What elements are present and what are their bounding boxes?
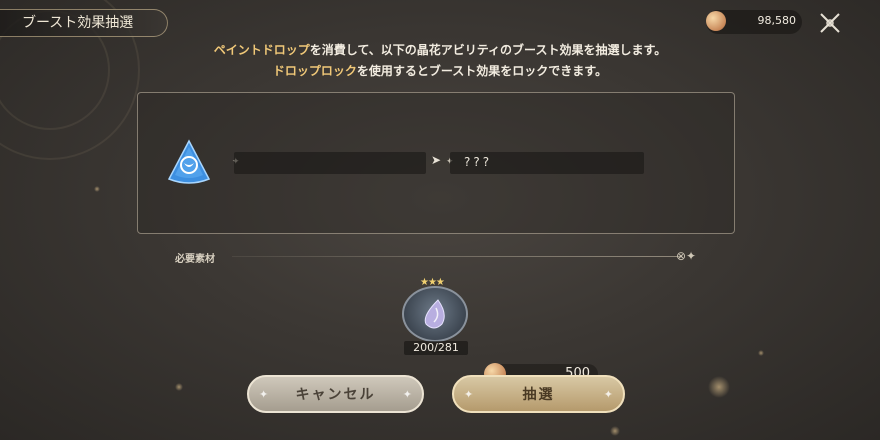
glow-particle: [708, 376, 730, 398]
sparkle-icon: ⊗✦: [676, 249, 697, 263]
required-materials-label: 必要素材: [175, 254, 215, 265]
currency-display: 98,580: [706, 10, 802, 34]
divider: [232, 256, 682, 257]
sparkle-icon: ✦: [402, 388, 412, 401]
glow-particle: [94, 186, 100, 192]
cancel-button[interactable]: ✦ キャンセル ✦: [247, 375, 424, 413]
close-button[interactable]: [815, 8, 845, 38]
rarity-stars: ★★★: [420, 277, 445, 288]
boost-effect-lottery-screen: ブースト効果抽選 98,580 ペイントドロップを消費して、以下の晶花アビリティ…: [0, 0, 880, 440]
sparkle-icon: ✦: [464, 388, 474, 401]
description-line-2: ドロップロックを使用するとブースト効果をロックできます。: [272, 64, 608, 78]
sparkle-icon: ✦: [259, 388, 269, 401]
material-item[interactable]: ★★★: [402, 277, 468, 342]
coin-icon: [706, 11, 726, 31]
close-icon: [820, 13, 840, 33]
glow-particle: [610, 426, 620, 436]
current-effect-bar: [234, 152, 426, 174]
glow-particle: [758, 350, 764, 356]
description-line-1: ペイントドロップを消費して、以下の晶花アビリティのブースト効果を抽選します。: [213, 43, 667, 57]
next-effect: ???: [464, 155, 493, 169]
description: ペイントドロップを消費して、以下の晶花アビリティのブースト効果を抽選します。 ド…: [0, 40, 880, 82]
draw-button-label: 抽選: [522, 387, 555, 403]
next-effect-bar: ???: [450, 152, 644, 174]
draw-button[interactable]: ✦ 抽選 ✦: [452, 375, 625, 413]
glow-particle: [175, 383, 183, 391]
cancel-button-label: キャンセル: [295, 387, 376, 403]
material-owned-count: 200/281: [404, 341, 468, 355]
crystal-flower-ability-icon: [167, 139, 211, 184]
paint-drop-icon: [424, 299, 445, 329]
sparkle-icon: ✦: [603, 388, 613, 401]
arrow-icon: ➤: [431, 153, 442, 167]
currency-amount: 98,580: [757, 14, 797, 27]
page-title: ブースト効果抽選: [0, 9, 168, 37]
ability-panel: ✦ ➤ ✦ ???: [137, 92, 735, 234]
